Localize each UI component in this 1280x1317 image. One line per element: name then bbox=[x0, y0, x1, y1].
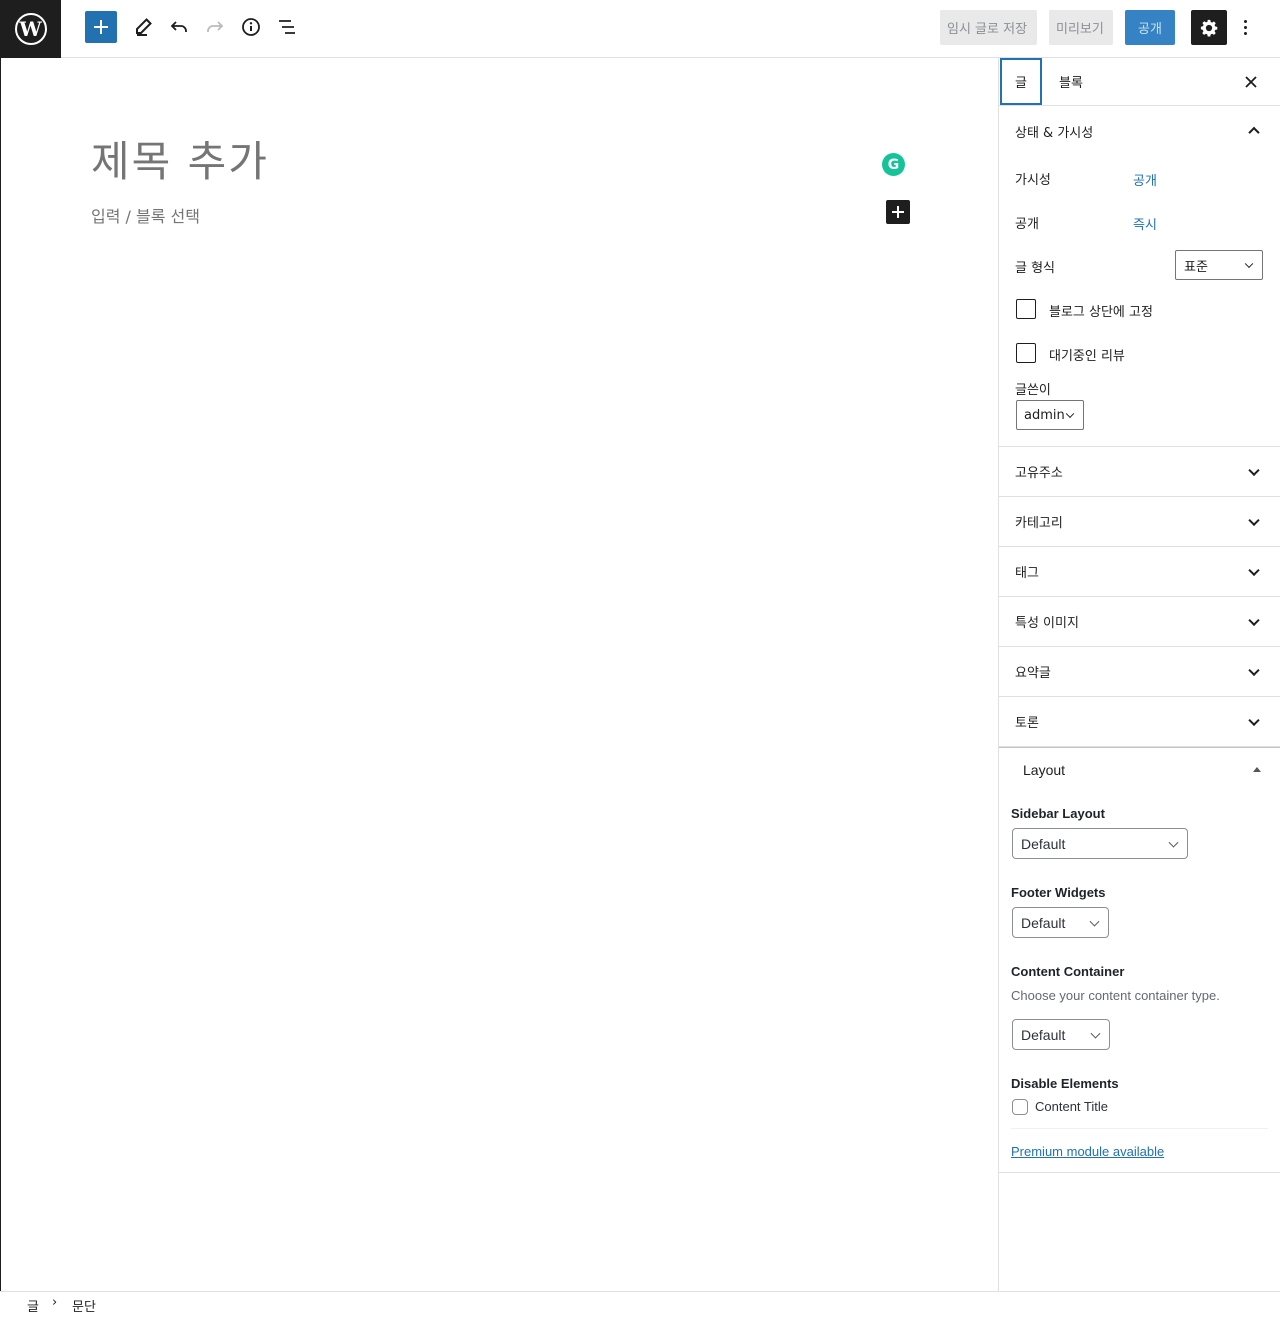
redo-button[interactable] bbox=[199, 11, 231, 43]
gear-icon bbox=[1200, 19, 1218, 36]
visibility-toggle[interactable]: 공개 bbox=[1133, 170, 1157, 189]
undo-icon bbox=[170, 21, 187, 32]
pencil-icon bbox=[136, 18, 152, 36]
preview-button[interactable]: 미리보기 bbox=[1049, 10, 1113, 45]
visibility-label: 가시성 bbox=[1015, 173, 1051, 188]
panel-featured-image[interactable]: 특성 이미지 bbox=[999, 597, 1280, 647]
sidebar-layout-label: Sidebar Layout bbox=[1011, 806, 1105, 821]
footer-widgets-value: Default bbox=[1021, 914, 1066, 931]
pending-review-label: 대기중인 리뷰 bbox=[1049, 349, 1125, 364]
redo-icon bbox=[207, 21, 224, 32]
content-container-label: Content Container bbox=[1011, 964, 1125, 979]
footer-widgets-label: Footer Widgets bbox=[1011, 885, 1106, 900]
block-placeholder[interactable]: 입력 / 블록 선택 bbox=[91, 203, 200, 227]
content-title-label: Content Title bbox=[1035, 1099, 1108, 1114]
chevron-down-icon bbox=[1244, 259, 1254, 269]
sidebar-layout-select[interactable]: Default bbox=[1012, 828, 1188, 859]
breadcrumb-item-paragraph[interactable]: 문단 bbox=[72, 1296, 96, 1315]
plus-icon bbox=[892, 206, 904, 218]
chevron-right-icon: › bbox=[52, 1295, 58, 1310]
publish-label: 공개 bbox=[1015, 217, 1039, 232]
chevron-down-icon bbox=[1248, 514, 1260, 526]
panel-title: 요약글 bbox=[1015, 666, 1051, 681]
details-button[interactable] bbox=[235, 11, 267, 43]
block-breadcrumb: 글 › 문단 bbox=[0, 1291, 1280, 1317]
panel-title[interactable]: 상태 & 가시성 bbox=[1015, 122, 1093, 141]
status-visibility-panel: 상태 & 가시성 가시성 공개 공개 즉시 글 형식 표준 블로그 상단에 고정… bbox=[999, 106, 1280, 447]
post-format-label: 글 형식 bbox=[1015, 261, 1056, 276]
grammarly-icon[interactable]: G bbox=[882, 153, 905, 176]
author-value: admin bbox=[1024, 407, 1065, 423]
panel-title: 카테고리 bbox=[1015, 516, 1063, 531]
panel-discussion[interactable]: 토론 bbox=[999, 697, 1280, 747]
panel-permalink[interactable]: 고유주소 bbox=[999, 447, 1280, 497]
chevron-down-icon bbox=[1089, 916, 1100, 927]
edit-mode-button[interactable] bbox=[127, 11, 159, 43]
chevron-down-icon bbox=[1090, 1028, 1101, 1039]
panel-title: 특성 이미지 bbox=[1015, 616, 1079, 631]
chevron-down-icon bbox=[1248, 564, 1260, 576]
breadcrumb-item-post[interactable]: 글 bbox=[27, 1296, 39, 1315]
save-draft-button[interactable]: 임시 글로 저장 bbox=[940, 10, 1037, 45]
pending-review-checkbox[interactable] bbox=[1016, 343, 1036, 363]
footer-widgets-select[interactable]: Default bbox=[1012, 907, 1109, 938]
author-label: 글쓴이 bbox=[1015, 383, 1051, 398]
chevron-up-icon[interactable] bbox=[1248, 126, 1260, 139]
post-format-select[interactable]: 표준 bbox=[1175, 250, 1263, 280]
sidebar-layout-value: Default bbox=[1021, 835, 1066, 852]
plus-icon bbox=[94, 20, 108, 34]
close-sidebar-button[interactable] bbox=[1239, 70, 1263, 94]
list-view-icon bbox=[279, 20, 295, 34]
content-container-description: Choose your content container type. bbox=[1011, 988, 1220, 1003]
post-title-input[interactable]: 제목 추가 bbox=[91, 128, 269, 189]
metabox-title[interactable]: Layout bbox=[1023, 762, 1065, 778]
kebab-dot bbox=[1243, 25, 1247, 29]
post-format-value: 표준 bbox=[1184, 259, 1208, 275]
list-view-button[interactable] bbox=[271, 11, 303, 43]
content-title-checkbox[interactable] bbox=[1012, 1099, 1028, 1115]
panel-title: 토론 bbox=[1015, 716, 1039, 731]
wordpress-icon: W bbox=[14, 13, 47, 45]
settings-sidebar: 글 블록 상태 & 가시성 가시성 공개 공개 즉시 글 형식 표준 블로그 상… bbox=[998, 58, 1280, 1291]
sticky-label: 블로그 상단에 고정 bbox=[1049, 305, 1153, 320]
sticky-checkbox[interactable] bbox=[1016, 299, 1036, 319]
kebab-dot bbox=[1243, 19, 1247, 23]
close-icon bbox=[1245, 76, 1257, 88]
chevron-down-icon bbox=[1065, 409, 1075, 419]
undo-button[interactable] bbox=[163, 11, 195, 43]
panel-title: 태그 bbox=[1015, 566, 1039, 581]
add-block-button[interactable] bbox=[85, 11, 117, 43]
kebab-dot bbox=[1243, 31, 1247, 35]
more-options-button[interactable] bbox=[1236, 12, 1254, 42]
author-select[interactable]: admin bbox=[1016, 400, 1084, 430]
publish-date-toggle[interactable]: 즉시 bbox=[1133, 214, 1157, 233]
publish-button[interactable]: 공개 bbox=[1125, 10, 1175, 45]
sidebar-tabs: 글 블록 bbox=[999, 58, 1280, 106]
disable-elements-label: Disable Elements bbox=[1011, 1076, 1119, 1091]
panel-categories[interactable]: 카테고리 bbox=[999, 497, 1280, 547]
divider bbox=[1011, 1128, 1268, 1129]
top-toolbar: W 임시 글로 저장 미리보기 공개 bbox=[0, 0, 1280, 58]
layout-metabox: Layout Sidebar Layout Default Footer Wid… bbox=[999, 747, 1280, 1173]
chevron-down-icon bbox=[1248, 464, 1260, 476]
info-icon bbox=[242, 18, 260, 36]
content-container-value: Default bbox=[1021, 1026, 1066, 1043]
chevron-down-icon bbox=[1248, 664, 1260, 676]
content-container-select[interactable]: Default bbox=[1012, 1019, 1110, 1050]
panel-excerpt[interactable]: 요약글 bbox=[999, 647, 1280, 697]
inline-inserter-button[interactable] bbox=[886, 200, 910, 224]
wordpress-logo-button[interactable]: W bbox=[0, 0, 61, 58]
chevron-down-icon bbox=[1248, 714, 1260, 726]
panel-tags[interactable]: 태그 bbox=[999, 547, 1280, 597]
premium-module-link[interactable]: Premium module available bbox=[1011, 1144, 1164, 1159]
collapse-arrow-icon[interactable] bbox=[1253, 767, 1261, 772]
chevron-down-icon bbox=[1248, 614, 1260, 626]
panel-title: 고유주소 bbox=[1015, 466, 1063, 481]
settings-button[interactable] bbox=[1191, 10, 1227, 45]
chevron-down-icon bbox=[1168, 837, 1179, 848]
tab-block[interactable]: 블록 bbox=[1051, 58, 1091, 105]
tab-post[interactable]: 글 bbox=[1000, 58, 1042, 105]
